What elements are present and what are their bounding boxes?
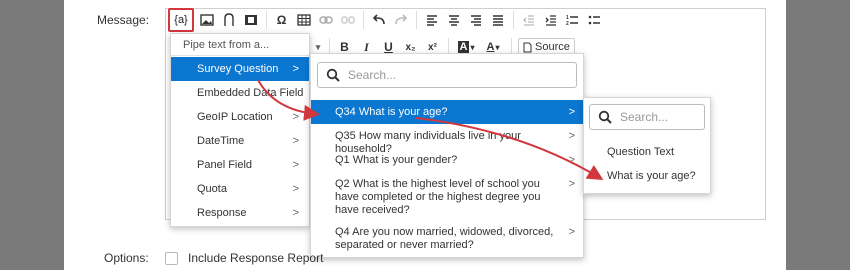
- film-icon[interactable]: [240, 10, 261, 30]
- pipe-menu-response[interactable]: Response >: [171, 201, 309, 225]
- pipe-menu-header: Pipe text from a...: [183, 39, 270, 51]
- omega-icon[interactable]: Ω: [271, 10, 292, 30]
- question-menu: Search... Q34 What is your age? > Q35 How…: [310, 53, 584, 258]
- chevron-right-icon: >: [568, 154, 575, 166]
- bullet-list-icon[interactable]: [584, 10, 605, 30]
- chevron-right-icon: >: [568, 130, 575, 142]
- pipe-text-menu: Pipe text from a... Survey Question > Emb…: [170, 33, 310, 227]
- align-right-icon[interactable]: [465, 10, 486, 30]
- unlink-icon[interactable]: [337, 10, 358, 30]
- menu-item-label: Panel Field: [197, 159, 253, 171]
- image-icon[interactable]: [196, 10, 217, 30]
- chevron-right-icon: >: [568, 178, 575, 190]
- pipe-menu-panel-field[interactable]: Panel Field >: [171, 153, 309, 177]
- field-item-answer[interactable]: What is your age?: [607, 170, 696, 182]
- question-label: Q34 What is your age?: [335, 106, 448, 118]
- options-label: Options:: [104, 251, 149, 265]
- menu-item-label: DateTime: [197, 135, 245, 147]
- menu-item-label: Response: [197, 207, 247, 219]
- undo-icon[interactable]: [368, 10, 389, 30]
- question-label: Q35 How many individuals live in your ho…: [335, 130, 521, 155]
- question-search-input[interactable]: Search...: [317, 62, 577, 88]
- question-item-q1[interactable]: Q1 What is your gender? >: [311, 154, 583, 167]
- chevron-right-icon: >: [292, 111, 299, 123]
- message-label: Message:: [97, 13, 150, 27]
- align-justify-icon[interactable]: [487, 10, 508, 30]
- question-label: Q4 Are you now married, widowed, divorce…: [335, 226, 554, 251]
- question-item-q34[interactable]: Q34 What is your age? >: [311, 100, 583, 124]
- pipe-text-button[interactable]: {a}: [168, 8, 194, 32]
- chevron-right-icon: >: [568, 226, 575, 238]
- toolbar-row-1: Ω 12: [196, 10, 606, 30]
- menu-item-label: Embedded Data Field: [197, 87, 304, 99]
- source-label: Source: [535, 41, 570, 53]
- field-search-placeholder: Search...: [620, 110, 669, 124]
- align-left-icon[interactable]: [421, 10, 442, 30]
- chevron-right-icon: >: [292, 135, 299, 147]
- link-icon[interactable]: [315, 10, 336, 30]
- document-icon: [523, 42, 532, 52]
- chevron-right-icon: >: [292, 159, 299, 171]
- menu-item-label: Survey Question: [197, 63, 279, 75]
- question-search-placeholder: Search...: [348, 68, 397, 82]
- include-response-report-checkbox[interactable]: [165, 252, 178, 265]
- menu-item-label: GeoIP Location: [197, 111, 273, 123]
- svg-text:2: 2: [566, 21, 569, 26]
- include-response-report-label: Include Response Report: [188, 251, 324, 265]
- redo-icon[interactable]: [390, 10, 411, 30]
- chevron-right-icon: >: [568, 106, 575, 118]
- chevron-right-icon: >: [292, 183, 299, 195]
- field-item-question-text[interactable]: Question Text: [607, 146, 674, 158]
- align-center-icon[interactable]: [443, 10, 464, 30]
- chevron-right-icon: >: [292, 63, 299, 75]
- pipe-menu-survey-question[interactable]: Survey Question >: [171, 57, 309, 81]
- indent-icon[interactable]: [540, 10, 561, 30]
- chevron-right-icon: >: [292, 207, 299, 219]
- question-item-q4[interactable]: Q4 Are you now married, widowed, divorce…: [311, 226, 583, 252]
- numbered-list-icon[interactable]: 12: [562, 10, 583, 30]
- table-icon[interactable]: [293, 10, 314, 30]
- outdent-icon[interactable]: [518, 10, 539, 30]
- question-label: Q2 What is the highest level of school y…: [335, 178, 541, 216]
- question-item-q35[interactable]: Q35 How many individuals live in your ho…: [311, 130, 583, 156]
- field-menu: Search... Question Text What is your age…: [583, 97, 711, 194]
- menu-item-label: Quota: [197, 183, 227, 195]
- bg-color-icon: A: [486, 41, 495, 53]
- question-label: Q1 What is your gender?: [335, 154, 458, 166]
- pipe-menu-embedded-data[interactable]: Embedded Data Field: [171, 81, 309, 105]
- search-icon: [326, 68, 340, 82]
- question-item-q2[interactable]: Q2 What is the highest level of school y…: [311, 178, 583, 217]
- pipe-menu-quota[interactable]: Quota >: [171, 177, 309, 201]
- pipe-menu-geoip[interactable]: GeoIP Location >: [171, 105, 309, 129]
- arch-icon[interactable]: [218, 10, 239, 30]
- text-color-icon: A: [457, 41, 470, 53]
- search-icon: [598, 110, 612, 124]
- field-search-input[interactable]: Search...: [589, 104, 705, 130]
- pipe-menu-datetime[interactable]: DateTime >: [171, 129, 309, 153]
